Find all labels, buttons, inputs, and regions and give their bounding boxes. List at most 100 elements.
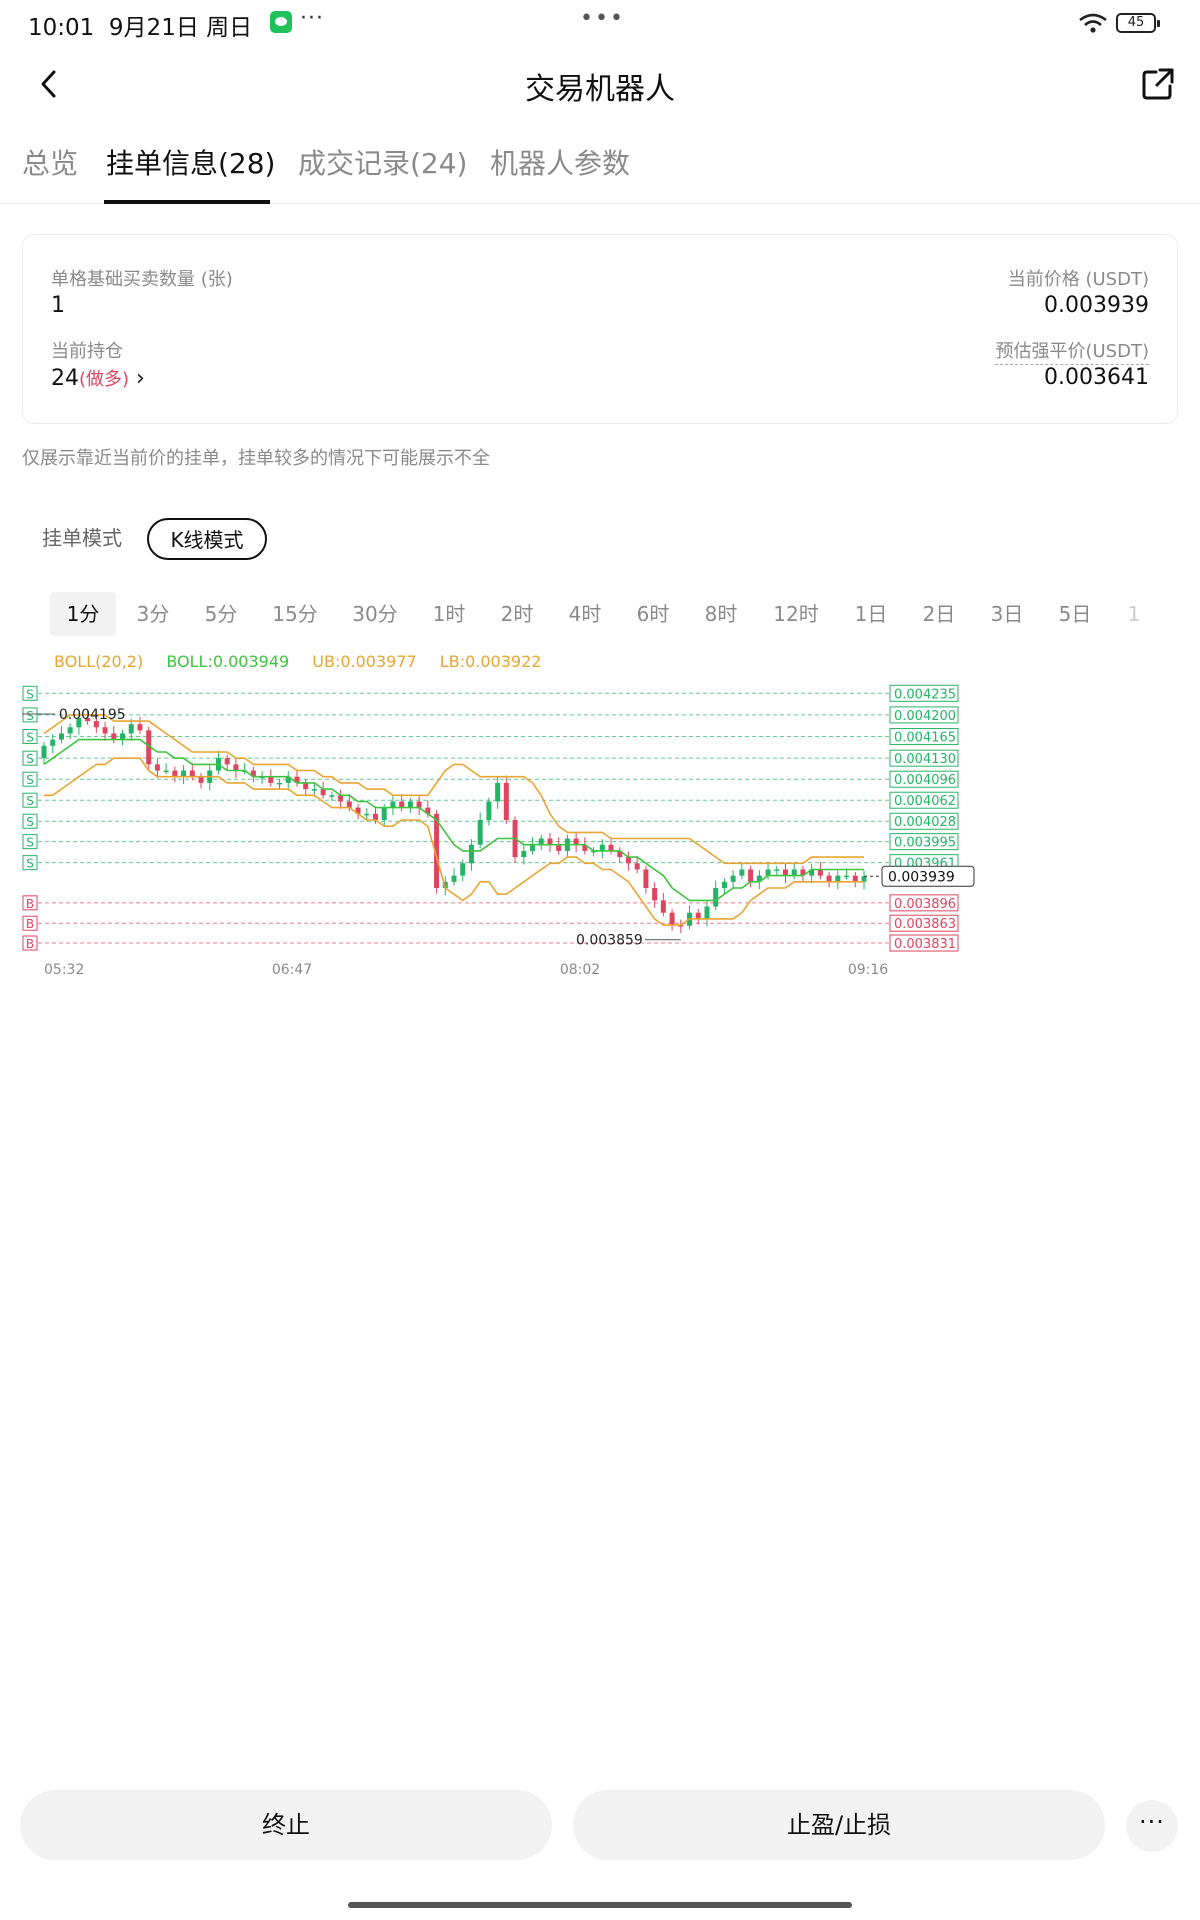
share-external-icon[interactable] bbox=[1140, 66, 1176, 102]
interval-30m[interactable]: 30分 bbox=[340, 592, 410, 636]
sell-level-label-3: 0.004130 bbox=[894, 752, 956, 767]
x-tick-label-1: 06:47 bbox=[272, 962, 312, 978]
candle-body-55 bbox=[521, 850, 527, 858]
x-tick-label-2: 08:02 bbox=[560, 962, 600, 978]
interval-5d[interactable]: 5日 bbox=[1046, 592, 1104, 636]
sell-marker-7: S bbox=[26, 836, 34, 850]
interval-4h[interactable]: 4时 bbox=[556, 592, 614, 636]
candle-body-10 bbox=[128, 724, 134, 734]
interval-1h[interactable]: 1时 bbox=[420, 592, 478, 636]
candle-body-26 bbox=[268, 776, 274, 783]
sell-level-label-7: 0.003995 bbox=[894, 836, 956, 851]
candle-body-1 bbox=[50, 739, 56, 746]
battery-icon: 45 bbox=[1116, 13, 1160, 33]
kline-chart-svg[interactable]: S 0.004235 S 0.004200 S 0.004165 S 0.004130 S 0.0… bbox=[18, 680, 1178, 980]
more-options-button[interactable]: ··· bbox=[1126, 1800, 1178, 1852]
candle-body-58 bbox=[547, 838, 553, 845]
multitask-dots-icon[interactable]: ••• bbox=[580, 6, 625, 31]
candle-body-41 bbox=[399, 801, 405, 808]
interval-15m[interactable]: 15分 bbox=[260, 592, 330, 636]
candle-body-17 bbox=[189, 770, 195, 777]
low-annotation-label: 0.003859 bbox=[576, 933, 643, 949]
candle-body-91 bbox=[835, 875, 841, 882]
candle-body-43 bbox=[416, 801, 422, 808]
boll-upper-line bbox=[43, 714, 864, 865]
liq-price-label[interactable]: 预估强平价(USDT) bbox=[995, 337, 1149, 365]
interval-8h[interactable]: 8时 bbox=[692, 592, 750, 636]
interval-1m[interactable]: 1分 bbox=[50, 592, 116, 636]
candle-body-70 bbox=[652, 888, 658, 901]
interval-12h[interactable]: 12时 bbox=[760, 592, 832, 636]
home-indicator bbox=[348, 1902, 852, 1908]
boll-mid-value: BOLL:0.003949 bbox=[166, 652, 290, 671]
sell-level-label-6: 0.004028 bbox=[894, 815, 956, 830]
more-notifications-icon: ··· bbox=[300, 6, 324, 31]
sell-marker-2: S bbox=[26, 731, 34, 745]
candle-body-51 bbox=[486, 801, 492, 820]
candle-body-65 bbox=[608, 844, 614, 851]
candle-body-53 bbox=[503, 782, 509, 820]
interval-6h[interactable]: 6时 bbox=[624, 592, 682, 636]
interval-3d[interactable]: 3日 bbox=[978, 592, 1036, 636]
candle-body-21 bbox=[224, 758, 230, 765]
candle-body-16 bbox=[181, 770, 187, 777]
price-label: 当前价格 (USDT) bbox=[1007, 269, 1149, 290]
candle-body-79 bbox=[730, 875, 736, 882]
candle-body-89 bbox=[817, 869, 823, 876]
tab-orders[interactable]: 挂单信息(28) bbox=[106, 142, 275, 182]
status-bar: 10:01 9月21日 周日 ··· ••• 45 bbox=[0, 0, 1200, 46]
candle-body-49 bbox=[468, 844, 474, 864]
candle-body-31 bbox=[311, 789, 317, 791]
interval-bar: 1分 3分 5分 15分 30分 1时 2时 4时 6时 8时 12时 1日 2… bbox=[28, 592, 1174, 638]
candle-body-90 bbox=[826, 875, 832, 882]
interval-more[interactable]: 1 bbox=[1114, 592, 1154, 636]
wechat-icon bbox=[270, 11, 292, 33]
candle-body-3 bbox=[67, 727, 73, 734]
take-profit-stop-loss-button[interactable]: 止盈/止损 bbox=[573, 1790, 1105, 1860]
boll-ub-value: UB:0.003977 bbox=[312, 652, 417, 671]
sell-marker-0: S bbox=[26, 687, 34, 701]
tab-bot-params[interactable]: 机器人参数 bbox=[490, 142, 630, 182]
chevron-right-icon: › bbox=[136, 366, 145, 391]
kline-chart[interactable]: S 0.004235 S 0.004200 S 0.004165 S 0.004130 S 0.0… bbox=[18, 680, 1178, 980]
candle-body-64 bbox=[599, 844, 605, 851]
candle-body-0 bbox=[41, 745, 47, 759]
sell-level-label-2: 0.004165 bbox=[894, 731, 956, 746]
candle-body-84 bbox=[774, 869, 780, 871]
interval-2h[interactable]: 2时 bbox=[488, 592, 546, 636]
kline-mode-button[interactable]: K线模式 bbox=[147, 518, 267, 560]
order-mode-button[interactable]: 挂单模式 bbox=[42, 518, 122, 560]
candle-body-59 bbox=[556, 844, 562, 851]
candle-body-61 bbox=[573, 838, 579, 845]
wifi-icon bbox=[1079, 13, 1107, 33]
position-label: 当前持仓 bbox=[51, 341, 123, 362]
candle-body-22 bbox=[233, 764, 239, 771]
candle-body-72 bbox=[669, 912, 675, 926]
candle-body-57 bbox=[538, 838, 544, 845]
candle-body-13 bbox=[154, 764, 160, 771]
tab-overview[interactable]: 总览 bbox=[22, 142, 78, 182]
qty-value: 1 bbox=[51, 293, 65, 318]
interval-1d[interactable]: 1日 bbox=[842, 592, 900, 636]
candle-body-93 bbox=[852, 875, 858, 882]
candle-body-18 bbox=[198, 776, 204, 783]
sell-marker-3: S bbox=[26, 752, 34, 766]
interval-5m[interactable]: 5分 bbox=[192, 592, 250, 636]
position-link[interactable]: 24(做多) › bbox=[51, 365, 145, 391]
interval-2d[interactable]: 2日 bbox=[910, 592, 968, 636]
x-tick-label-0: 05:32 bbox=[44, 962, 84, 978]
buy-level-label-1: 0.003863 bbox=[894, 917, 956, 932]
candle-body-78 bbox=[721, 881, 727, 888]
candle-body-47 bbox=[451, 875, 457, 882]
stop-bot-button[interactable]: 终止 bbox=[20, 1790, 552, 1860]
interval-3m[interactable]: 3分 bbox=[124, 592, 182, 636]
candle-body-38 bbox=[372, 813, 378, 820]
summary-card: 单格基础买卖数量 (张) 1 当前价格 (USDT) 0.003939 当前持仓… bbox=[22, 234, 1178, 424]
candle-body-67 bbox=[625, 857, 631, 864]
tab-trades[interactable]: 成交记录(24) bbox=[298, 142, 467, 182]
buy-marker-0: B bbox=[26, 897, 34, 911]
tab-bar: 总览 挂单信息(28) 成交记录(24) 机器人参数 bbox=[0, 130, 1200, 204]
active-tab-indicator bbox=[104, 200, 270, 204]
candle-body-39 bbox=[381, 807, 387, 820]
candle-body-86 bbox=[791, 869, 797, 876]
